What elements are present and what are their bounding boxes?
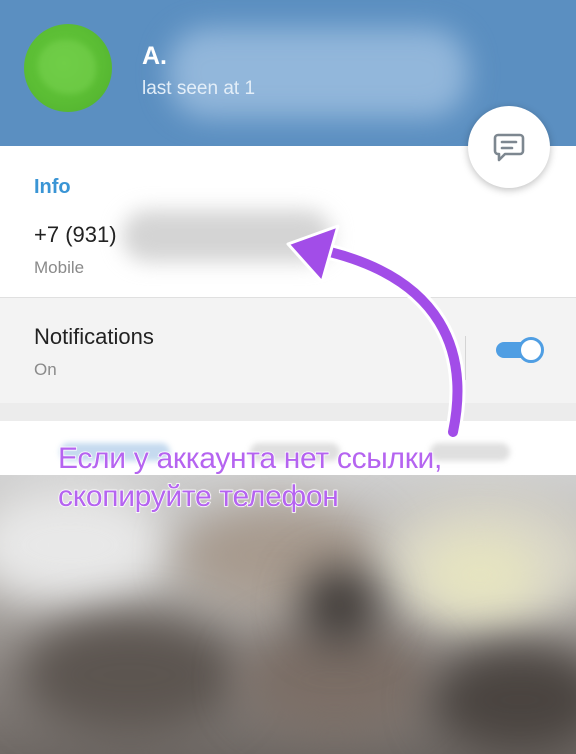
avatar[interactable] (24, 24, 112, 112)
redaction-blur (168, 28, 468, 118)
notifications-status: On (34, 360, 57, 379)
toggle-knob (518, 337, 544, 363)
avatar-image (38, 40, 96, 94)
gallery-thumbnail[interactable] (20, 615, 240, 735)
notifications-toggle[interactable] (494, 337, 546, 363)
media-gallery (0, 475, 576, 754)
notifications-title: Notifications (34, 324, 154, 349)
annotation-caption: Если у аккаунта нет ссылки, скопируйте т… (57, 440, 528, 516)
last-seen-status: last seen at 1 (142, 78, 256, 99)
gallery-thumbnail[interactable] (300, 565, 380, 645)
gallery-thumbnail[interactable] (430, 645, 576, 754)
message-icon (493, 133, 525, 162)
section-gap (0, 403, 576, 421)
phone-label: Mobile (34, 258, 85, 277)
caption-line-1: Если у аккаунта нет ссылки, (57, 441, 443, 475)
gallery-thumbnail[interactable] (420, 535, 540, 615)
divider (465, 336, 466, 380)
caption-line-2: скопируйте телефон (57, 479, 339, 513)
redaction-blur (122, 210, 332, 262)
notifications-row[interactable]: Notifications On (0, 298, 576, 403)
send-message-button[interactable] (468, 106, 550, 188)
contact-name: A. (142, 42, 167, 70)
info-heading: Info (34, 176, 71, 198)
phone-number[interactable]: +7 (931) (34, 222, 117, 248)
